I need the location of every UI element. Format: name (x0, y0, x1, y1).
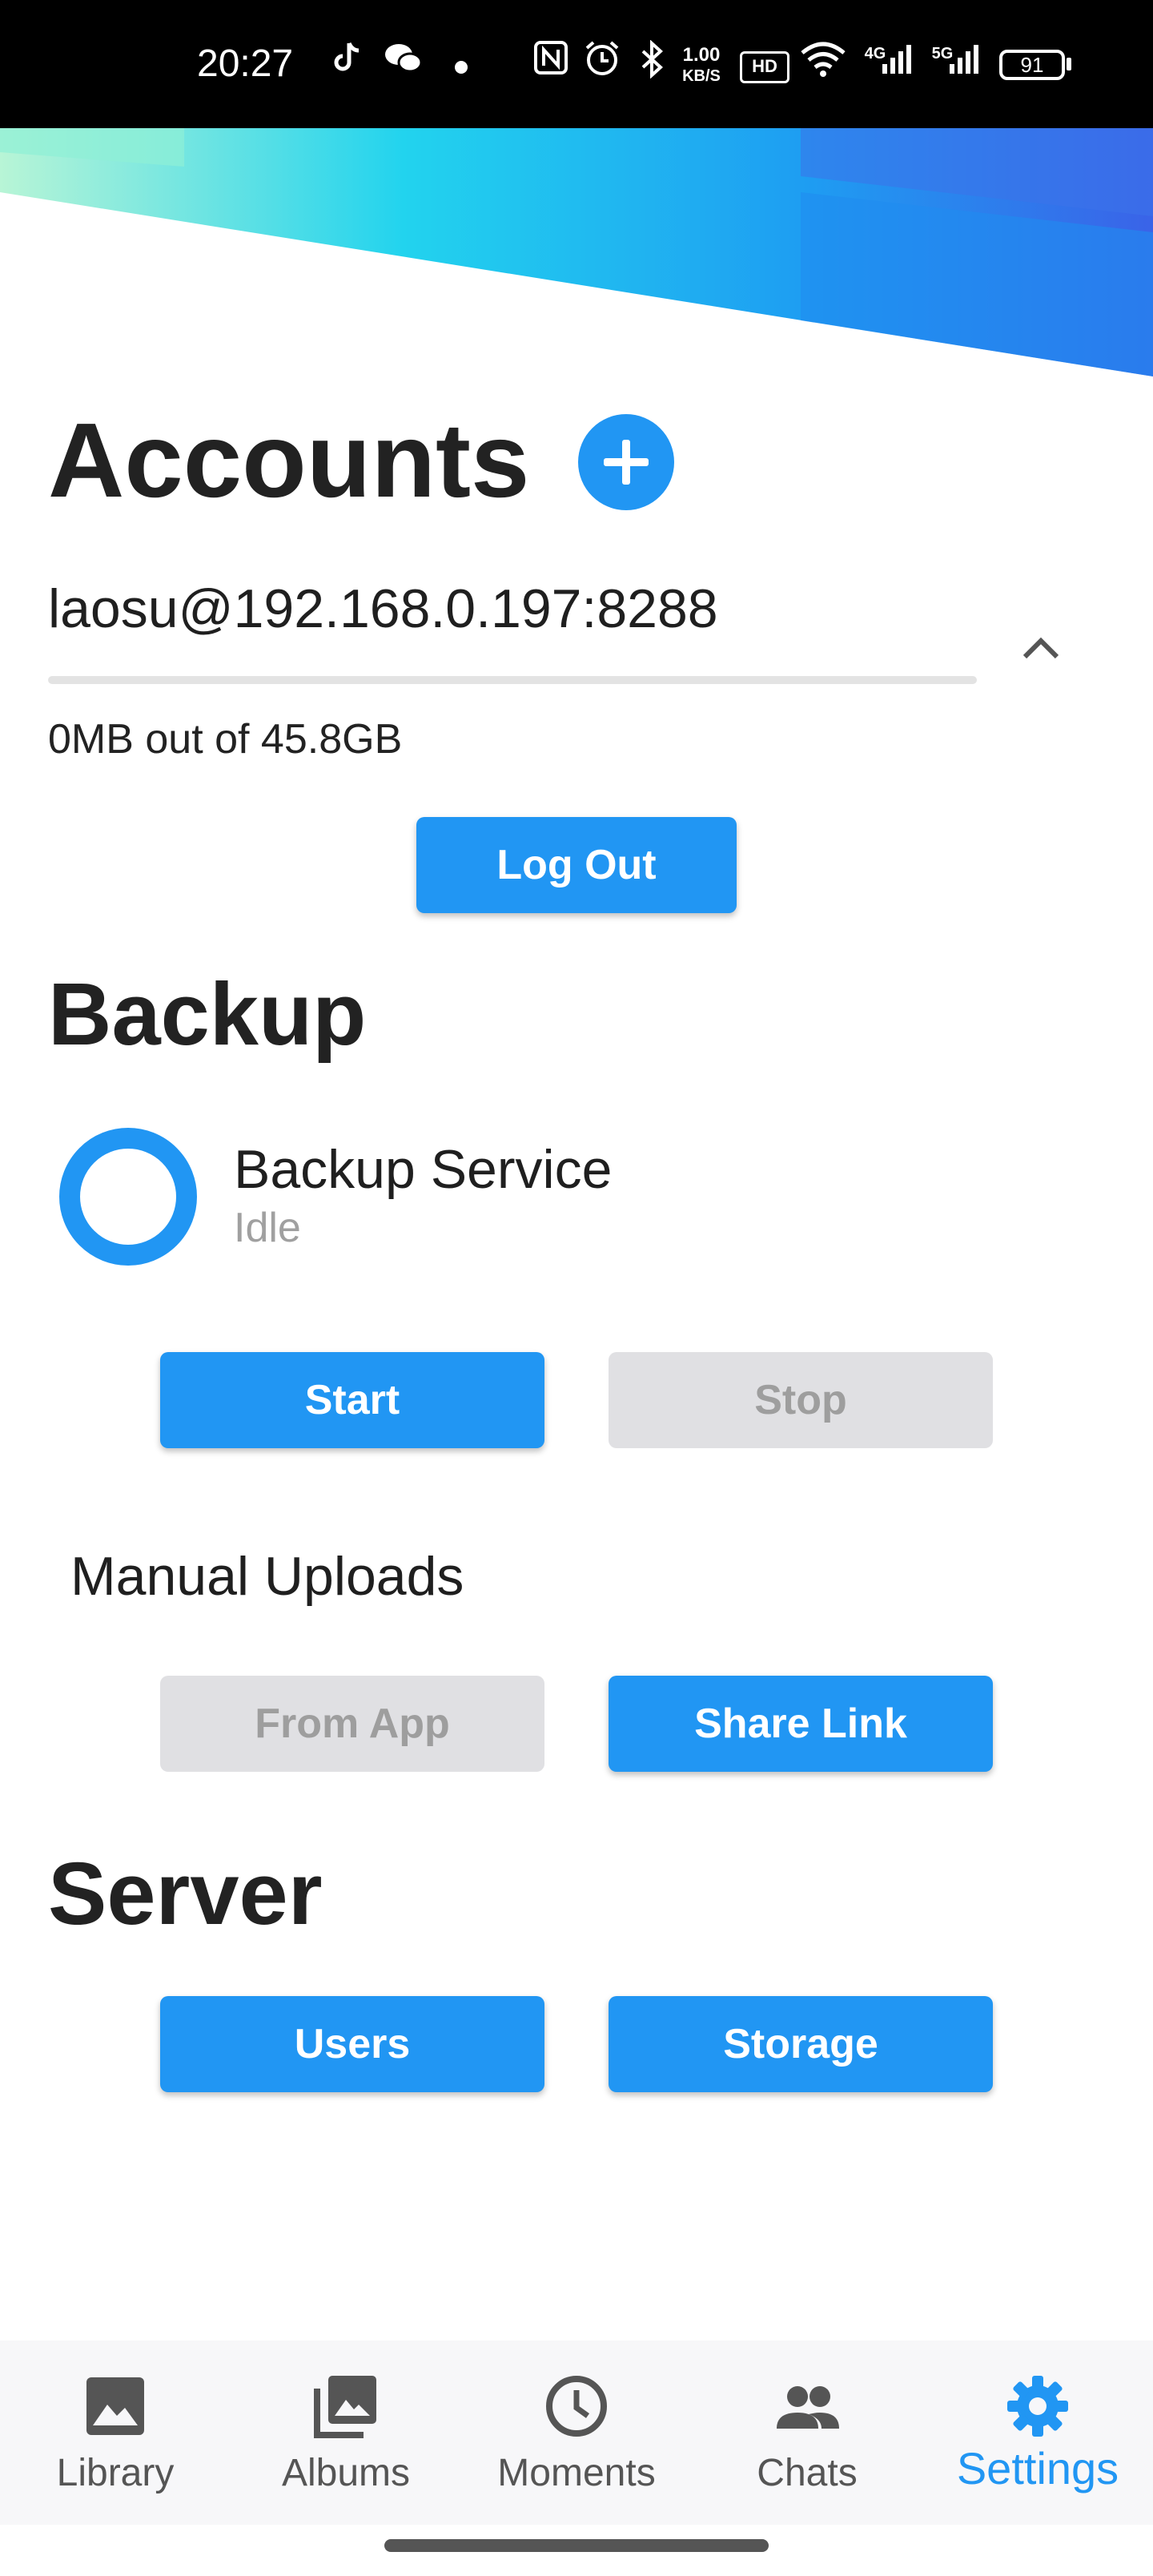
signal-5g-icon (940, 40, 988, 88)
accounts-heading: Accounts (48, 401, 530, 519)
users-button[interactable]: Users (160, 1996, 544, 2092)
share-link-button[interactable]: Share Link (609, 1676, 993, 1772)
bluetooth-icon (628, 39, 676, 88)
image-icon (86, 2377, 144, 2435)
signal-4g-icon (873, 40, 921, 88)
clock-icon (546, 2376, 607, 2437)
backup-service-name: Backup Service (234, 1139, 613, 1200)
hd-badge: HD (740, 51, 789, 83)
alarm-icon (578, 40, 626, 88)
status-time: 20:27 (197, 42, 294, 85)
nav-label-library: Library (56, 2452, 175, 2494)
nav-moments[interactable]: Moments (461, 2341, 692, 2525)
nav-label-settings: Settings (956, 2443, 1119, 2493)
chevron-up-icon[interactable] (1022, 631, 1060, 663)
start-backup-button[interactable]: Start (160, 1352, 544, 1448)
header-banner (0, 128, 1153, 376)
backup-heading: Backup (48, 965, 367, 1064)
storage-button[interactable]: Storage (609, 1996, 993, 2092)
bottom-navigation: Library Albums Moments Chats Settings (0, 2341, 1153, 2525)
tiktok-icon (323, 40, 372, 88)
backup-status-ring-icon (59, 1128, 197, 1266)
wechat-icon (380, 40, 428, 88)
from-app-button[interactable]: From App (160, 1676, 544, 1772)
notification-dot-icon (437, 40, 485, 88)
nav-chats[interactable]: Chats (692, 2341, 922, 2525)
manual-uploads-heading: Manual Uploads (70, 1546, 464, 1607)
battery-tip (1067, 58, 1071, 70)
server-heading: Server (48, 1845, 323, 1943)
status-bar: 20:27 1.00 KB/S HD 4G 5G 91 (0, 0, 1153, 128)
nav-label-chats: Chats (757, 2452, 858, 2494)
people-icon (777, 2386, 839, 2429)
storage-usage-text: 0MB out of 45.8GB (48, 716, 403, 763)
nav-albums[interactable]: Albums (231, 2341, 461, 2525)
nav-library[interactable]: Library (0, 2341, 231, 2525)
network-speed-unit: KB/S (682, 67, 721, 85)
nav-label-albums: Albums (281, 2452, 411, 2494)
stop-backup-button[interactable]: Stop (609, 1352, 993, 1448)
nav-label-moments: Moments (497, 2452, 656, 2494)
logout-button[interactable]: Log Out (416, 817, 737, 913)
account-dropdown[interactable]: laosu@192.168.0.197:8288 (48, 577, 977, 649)
nav-settings[interactable]: Settings (922, 2341, 1153, 2525)
network-speed-value: 1.00 (682, 44, 721, 66)
plus-icon (604, 440, 649, 485)
add-account-button[interactable] (578, 414, 674, 510)
home-indicator[interactable] (384, 2539, 769, 2552)
nfc-icon (527, 40, 575, 88)
account-dropdown-underline (48, 676, 977, 684)
battery-indicator: 91 (999, 50, 1065, 80)
backup-service-status: Idle (234, 1205, 301, 1251)
gear-icon (1007, 2376, 1068, 2437)
albums-icon (314, 2376, 376, 2438)
wifi-icon (799, 40, 847, 88)
